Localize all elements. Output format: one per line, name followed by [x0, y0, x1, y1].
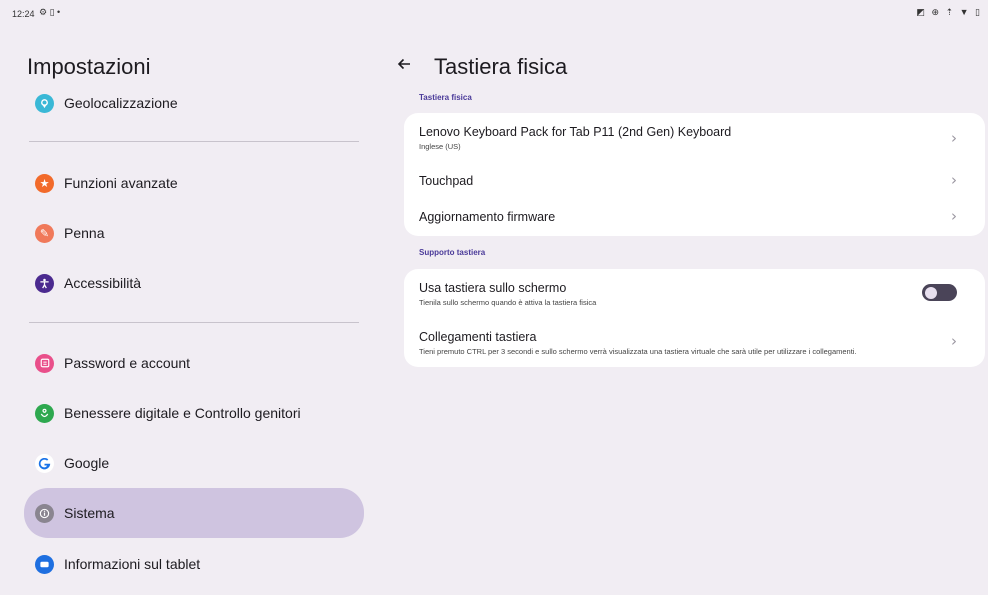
status-bar: 12:24 ⚙ ▯ • ◩ ⊕ ⇡ ▼ ▯ — [0, 0, 988, 22]
nav-label: Sistema — [64, 505, 115, 521]
accessibility-icon — [35, 273, 54, 293]
google-icon — [35, 453, 54, 473]
tablet-icon — [35, 554, 54, 574]
onscreen-keyboard-row[interactable]: Usa tastiera sullo schermo Tienila sullo… — [419, 281, 985, 311]
back-arrow-icon[interactable] — [397, 54, 411, 77]
touchpad-row[interactable]: Touchpad › — [419, 171, 985, 194]
nav-item-about-tablet[interactable]: Informazioni sul tablet — [24, 540, 364, 588]
keyboard-layout: Inglese (US) — [419, 142, 461, 151]
keyboard-card: Lenovo Keyboard Pack for Tab P11 (2nd Ge… — [404, 113, 985, 236]
nav-item-geolocation[interactable]: Geolocalizzazione — [24, 79, 364, 127]
section-header-physical-keyboard: Tastiera fisica — [419, 93, 472, 102]
toggle-knob — [925, 286, 937, 299]
chevron-right-icon: › — [951, 171, 957, 189]
settings-title: Impostazioni — [27, 54, 151, 79]
star-icon: ★ — [35, 173, 54, 193]
touchpad-label: Touchpad — [419, 174, 474, 188]
nav-label: Penna — [64, 225, 105, 241]
divider — [29, 322, 359, 323]
keyboard-device-row[interactable]: Lenovo Keyboard Pack for Tab P11 (2nd Ge… — [419, 125, 985, 157]
chevron-right-icon: › — [951, 207, 957, 225]
status-time: 12:24 — [12, 9, 35, 19]
key-icon — [35, 353, 54, 373]
nav-label: Accessibilità — [64, 275, 142, 291]
info-icon — [35, 503, 54, 523]
nav-item-digital-wellbeing[interactable]: Benessere digitale e Controllo genitori — [24, 389, 364, 437]
nav-label: Google — [64, 455, 110, 471]
status-left-icons: ⚙ ▯ • — [39, 7, 61, 17]
page-title: Tastiera fisica — [434, 54, 568, 79]
chevron-right-icon: › — [951, 129, 957, 147]
onscreen-keyboard-toggle[interactable] — [922, 284, 957, 301]
keyboard-shortcuts-title: Collegamenti tastiera — [419, 330, 537, 344]
firmware-update-label: Aggiornamento firmware — [419, 210, 556, 224]
nav-label: Informazioni sul tablet — [64, 556, 201, 572]
nav-label: Password e account — [64, 355, 191, 371]
wellbeing-icon — [35, 403, 54, 423]
chevron-right-icon: › — [951, 332, 957, 350]
keyboard-device-name: Lenovo Keyboard Pack for Tab P11 (2nd Ge… — [419, 125, 732, 139]
keyboard-shortcuts-row[interactable]: Collegamenti tastiera Tieni premuto CTRL… — [419, 330, 985, 360]
keyboard-support-card: Usa tastiera sullo schermo Tienila sullo… — [404, 269, 985, 367]
onscreen-keyboard-title: Usa tastiera sullo schermo — [419, 281, 567, 295]
nav-label: Geolocalizzazione — [64, 95, 178, 111]
nav-item-advanced-features[interactable]: ★ Funzioni avanzate — [24, 159, 364, 207]
pen-icon: ✎ — [35, 223, 54, 243]
nav-label: Benessere digitale e Controllo genitori — [64, 405, 301, 421]
divider — [29, 141, 359, 142]
nav-item-accessibility[interactable]: Accessibilità — [24, 259, 364, 307]
keyboard-shortcuts-subtitle: Tieni premuto CTRL per 3 secondi e sullo… — [419, 347, 857, 356]
location-icon — [35, 93, 54, 113]
nav-item-google[interactable]: Google — [24, 439, 364, 487]
nav-item-passwords-accounts[interactable]: Password e account — [24, 339, 364, 387]
status-right-icons: ◩ ⊕ ⇡ ▼ ▯ — [916, 7, 982, 17]
section-header-keyboard-support: Supporto tastiera — [419, 248, 486, 257]
onscreen-keyboard-subtitle: Tienila sullo schermo quando è attiva la… — [419, 298, 597, 307]
nav-item-pen[interactable]: ✎ Penna — [24, 209, 364, 257]
firmware-update-row[interactable]: Aggiornamento firmware › — [419, 207, 985, 230]
nav-item-system[interactable]: Sistema — [24, 488, 364, 538]
nav-label: Funzioni avanzate — [64, 175, 178, 191]
